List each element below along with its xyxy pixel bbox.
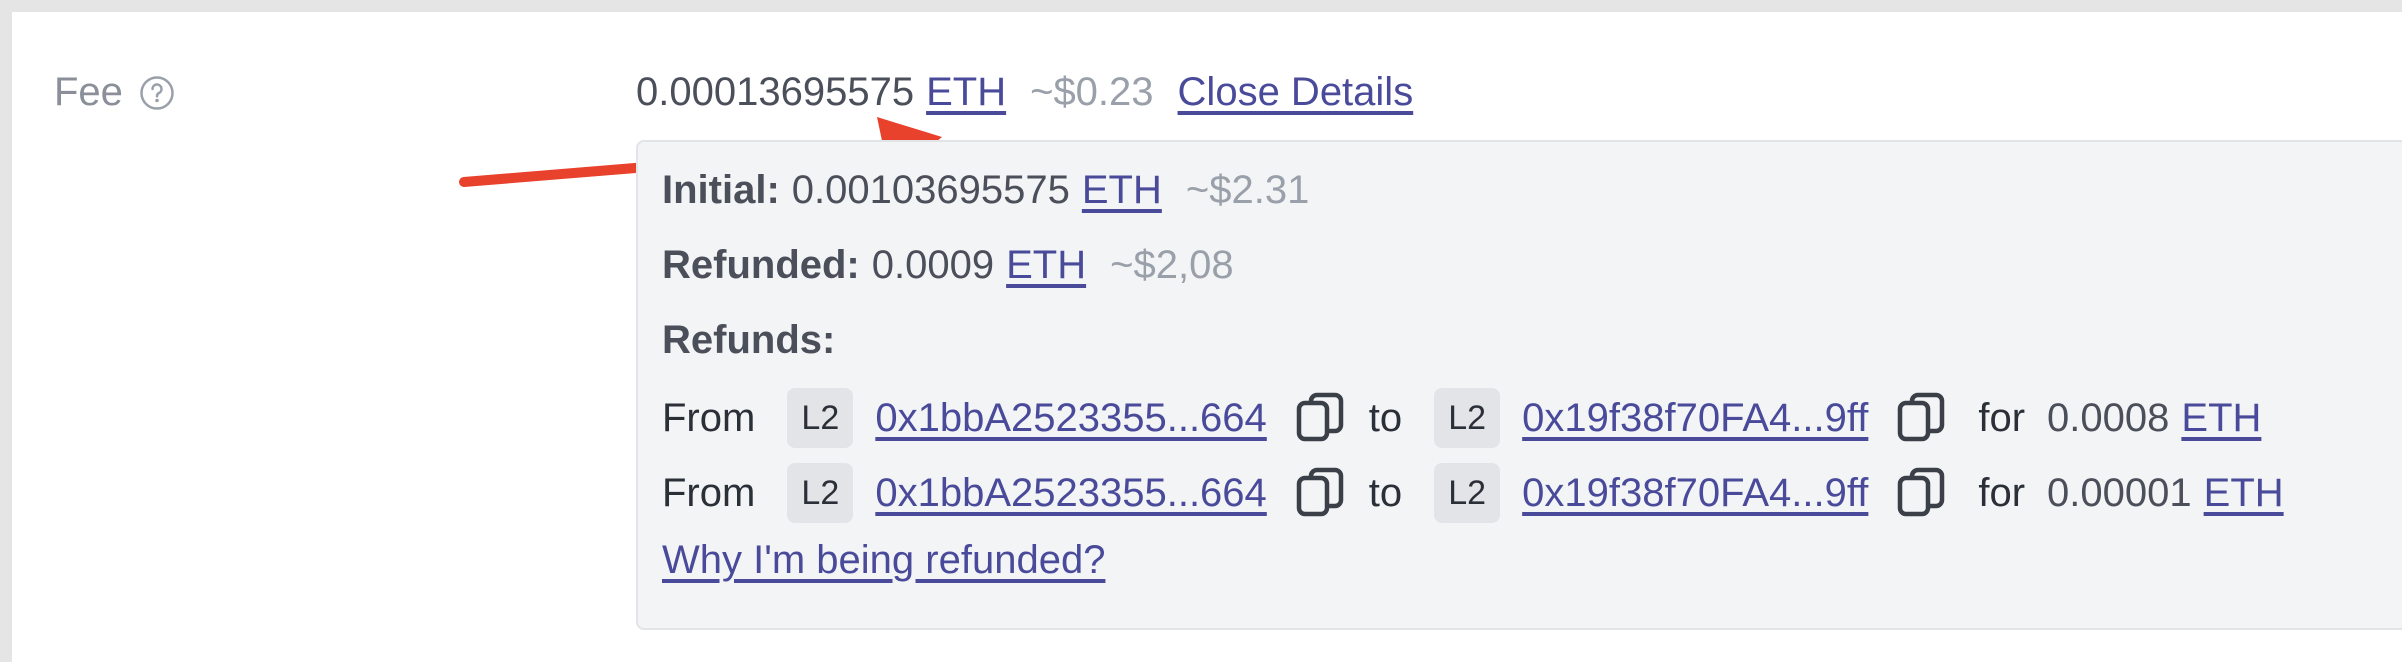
fee-usd: ~$0.23 (1030, 70, 1154, 114)
refund-for-label: for (1978, 395, 2026, 440)
refunded-row: Refunded: 0.0009 ETH ~$2,08 (662, 243, 1234, 288)
from-address-link[interactable]: 0x1bbA2523355...664 (875, 396, 1266, 441)
refund-for-label: for (1978, 470, 2026, 515)
refunded-label: Refunded: (662, 243, 860, 287)
to-chain-badge: L2 (1434, 388, 1501, 448)
refund-amount: 0.0008 (2047, 395, 2170, 440)
refund-currency-link[interactable]: ETH (2204, 471, 2284, 516)
refund-row: From L2 0x1bbA2523355...664 to L2 0x19f3… (662, 463, 2284, 523)
refund-currency-link[interactable]: ETH (2181, 396, 2261, 441)
refund-from-label: From (662, 395, 756, 440)
help-circle-icon[interactable] (139, 75, 175, 111)
from-chain-badge: L2 (787, 388, 854, 448)
fee-panel: Fee 0.00013695575 ETH ~$0.23 Close Detai… (12, 12, 2402, 662)
refund-to-label: to (1368, 395, 1403, 440)
why-refunded-link[interactable]: Why I'm being refunded? (662, 538, 1105, 583)
to-chain-badge: L2 (1434, 463, 1501, 523)
refunded-currency-link[interactable]: ETH (1006, 243, 1086, 288)
fee-details-box: Initial: 0.00103695575 ETH ~$2.31 Refund… (636, 140, 2402, 630)
initial-currency-link[interactable]: ETH (1082, 168, 1162, 213)
copy-icon[interactable] (1896, 391, 1946, 445)
fee-label-group: Fee (54, 70, 175, 115)
initial-usd: ~$2.31 (1185, 168, 1310, 212)
refund-row: From L2 0x1bbA2523355...664 to L2 0x19f3… (662, 388, 2261, 448)
refund-to-label: to (1368, 470, 1403, 515)
refunds-heading-row: Refunds: (662, 318, 835, 363)
to-address-link[interactable]: 0x19f38f70FA4...9ff (1522, 396, 1868, 441)
close-details-link[interactable]: Close Details (1178, 70, 1414, 115)
copy-icon[interactable] (1295, 391, 1345, 445)
refunds-label: Refunds: (662, 318, 836, 362)
refunded-usd: ~$2,08 (1110, 243, 1234, 287)
fee-label: Fee (54, 70, 123, 114)
refund-amount: 0.00001 (2047, 470, 2192, 515)
copy-icon[interactable] (1896, 466, 1946, 520)
initial-label: Initial: (662, 168, 780, 212)
initial-amount: 0.00103695575 (791, 168, 1070, 212)
copy-icon[interactable] (1295, 466, 1345, 520)
from-chain-badge: L2 (787, 463, 854, 523)
initial-row: Initial: 0.00103695575 ETH ~$2.31 (662, 168, 1309, 213)
from-address-link[interactable]: 0x1bbA2523355...664 (875, 471, 1266, 516)
why-refund-row: Why I'm being refunded? (662, 538, 1105, 583)
refunded-amount: 0.0009 (871, 243, 995, 287)
to-address-link[interactable]: 0x19f38f70FA4...9ff (1522, 471, 1868, 516)
refund-from-label: From (662, 470, 756, 515)
